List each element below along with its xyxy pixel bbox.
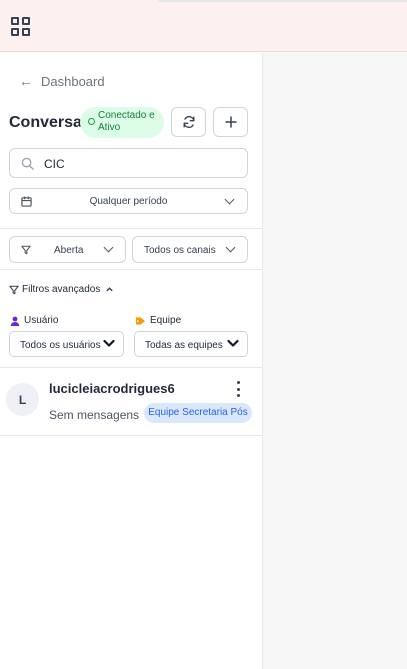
divider [0, 435, 262, 436]
user-filter-select[interactable]: Todos os usuários [9, 331, 124, 357]
period-value: Qualquer período [89, 196, 168, 207]
refresh-icon [183, 116, 194, 128]
avatar: L [6, 383, 39, 416]
team-filter-select[interactable]: Todas as equipes [134, 331, 248, 357]
tag-icon [135, 316, 146, 325]
status-filter-value: Aberta [54, 245, 84, 256]
advanced-filters-toggle[interactable]: Filtros avançados [9, 284, 114, 295]
period-select[interactable]: Qualquer período [9, 188, 248, 214]
back-label: Dashboard [41, 73, 105, 89]
arrow-left-icon: ← [19, 73, 33, 89]
top-bar [0, 0, 407, 52]
status-badge: Conectado e Ativo [80, 107, 164, 138]
page-title: Conversas [9, 114, 91, 131]
filter-icon [21, 245, 31, 255]
plus-icon [224, 116, 237, 128]
filter-icon [9, 285, 19, 294]
user-icon [10, 316, 20, 326]
add-conversation-button[interactable] [213, 107, 248, 137]
team-filter-value: Todas as equipes [145, 340, 223, 351]
status-text: Conectado e Ativo [98, 110, 155, 133]
team-filter-label-text: Equipe [150, 315, 182, 326]
conversations-sidebar: ← Dashboard Conversas Conectado e Ativo … [0, 53, 263, 669]
chevron-down-icon [225, 242, 236, 253]
search-value: CIC [44, 157, 65, 171]
user-filter-label: Usuário [10, 315, 58, 326]
user-filter-value: Todos os usuários [20, 340, 101, 351]
grid-apps-icon[interactable] [11, 17, 30, 36]
search-icon [21, 157, 34, 170]
back-to-dashboard-link[interactable]: ← Dashboard [19, 73, 105, 89]
contact-name: lucicleiacrodrigues6 [49, 381, 175, 396]
status-filter-select[interactable]: Aberta [9, 236, 126, 263]
refresh-button[interactable] [171, 107, 206, 137]
channel-filter-select[interactable]: Todos os canais [132, 236, 248, 263]
conversation-list-item[interactable]: L lucicleiacrodrigues6 Sem mensagens Equ… [0, 371, 262, 435]
top-bar-notch [158, 0, 407, 2]
main-content-area [263, 53, 407, 669]
divider [0, 269, 262, 270]
team-tag: Equipe Secretaria Pós [144, 403, 252, 423]
chevron-down-icon [103, 242, 114, 253]
chevron-down-icon [103, 339, 115, 347]
advanced-filters-label: Filtros avançados [22, 284, 101, 295]
channel-filter-value: Todos os canais [144, 245, 216, 256]
status-dot-icon [88, 118, 95, 125]
team-filter-label: Equipe [135, 315, 181, 326]
divider [0, 367, 262, 368]
user-filter-label-text: Usuário [24, 315, 59, 326]
search-input[interactable]: CIC [9, 148, 248, 178]
divider [0, 228, 262, 229]
last-message: Sem mensagens [49, 408, 140, 422]
chevron-down-icon [227, 339, 239, 347]
more-options-icon[interactable] [233, 381, 243, 397]
chevron-up-icon [106, 287, 114, 292]
